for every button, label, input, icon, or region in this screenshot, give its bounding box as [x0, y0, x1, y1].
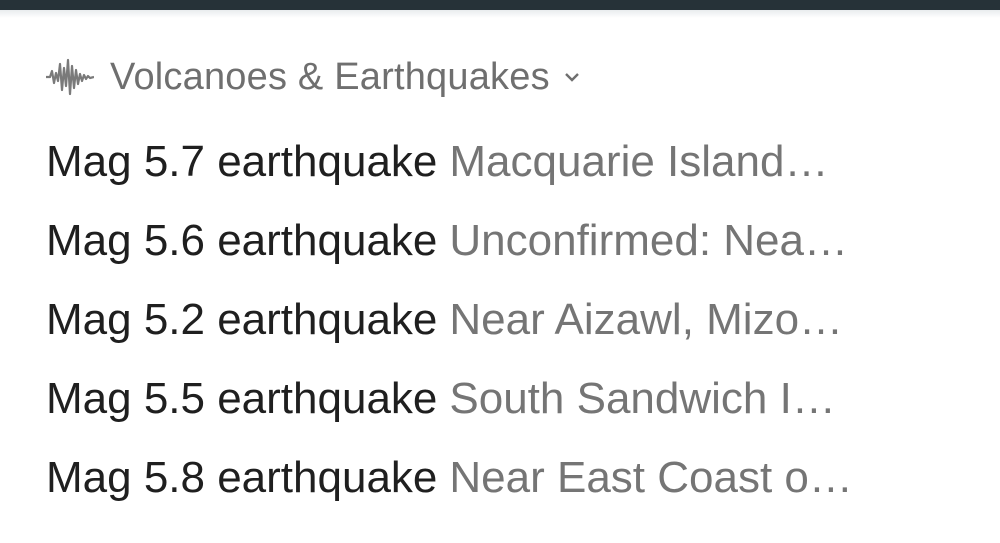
list-item[interactable]: Mag 5.2 earthquake Near Aizawl, Mizo… [46, 280, 976, 359]
chevron-down-icon[interactable] [564, 71, 580, 83]
list-item[interactable]: Mag 5.6 earthquake Unconfirmed: Nea… [46, 201, 976, 280]
quake-title: Mag 5.7 earthquake [46, 136, 438, 186]
quake-location: Macquarie Island… [449, 136, 829, 186]
earthquake-list: Mag 5.7 earthquake Macquarie Island… Mag… [46, 122, 976, 517]
quake-title: Mag 5.2 earthquake [46, 294, 438, 344]
quake-location: Unconfirmed: Nea… [449, 215, 848, 265]
quake-location: South Sandwich I… [449, 373, 836, 423]
quake-title: Mag 5.6 earthquake [46, 215, 438, 265]
quake-title: Mag 5.8 earthquake [46, 452, 438, 502]
bar-shadow [0, 10, 1000, 18]
list-item[interactable]: Mag 5.8 earthquake Near East Coast o… [46, 438, 976, 517]
quake-location: Near East Coast o… [449, 452, 853, 502]
list-item[interactable]: Mag 5.5 earthquake South Sandwich I… [46, 359, 976, 438]
category-header[interactable]: Volcanoes & Earthquakes [46, 52, 580, 102]
status-bar [0, 0, 1000, 10]
quake-location: Near Aizawl, Mizo… [449, 294, 844, 344]
quake-title: Mag 5.5 earthquake [46, 373, 438, 423]
list-item[interactable]: Mag 5.7 earthquake Macquarie Island… [46, 122, 976, 201]
category-title: Volcanoes & Earthquakes [110, 55, 550, 98]
seismograph-wave-icon [46, 54, 94, 100]
